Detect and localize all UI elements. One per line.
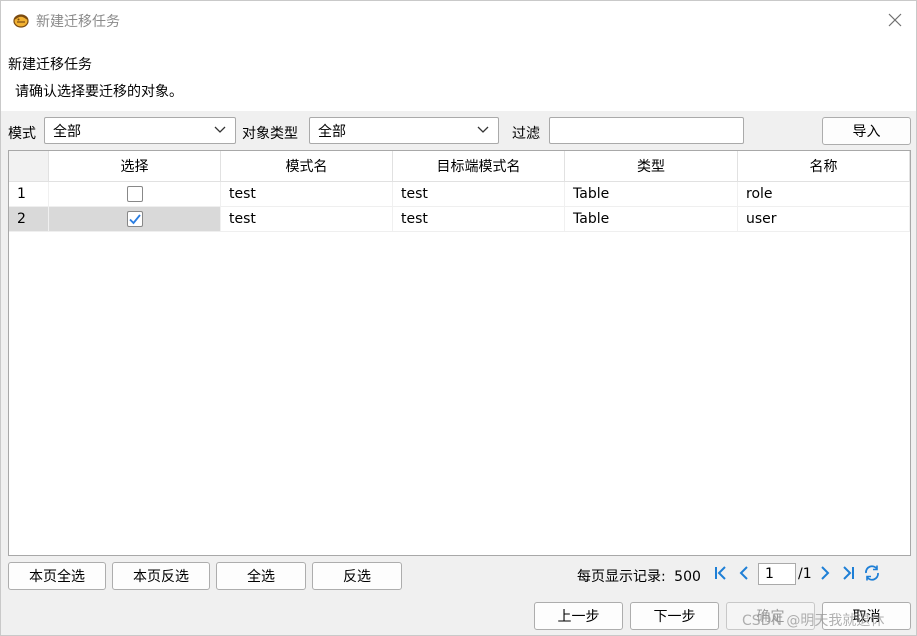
dialog-window: 新建迁移任务 新建迁移任务 请确认选择要迁移的对象。 模式 全部 对象类型 全部… [0,0,917,636]
col-header-type[interactable]: 类型 [565,151,738,181]
table-row[interactable]: 2 test test Table user [9,207,910,232]
checkmark-icon [128,214,141,225]
col-header-select[interactable]: 选择 [49,151,221,181]
window-title: 新建迁移任务 [36,14,120,30]
invert-button[interactable]: 反选 [312,562,402,590]
cancel-button[interactable]: 取消 [822,602,911,630]
type-cell: Table [565,207,738,231]
mode-label: 模式 [8,126,36,142]
row-number: 2 [9,207,49,231]
close-button[interactable] [884,9,906,31]
col-header-target-schema[interactable]: 目标端模式名 [393,151,565,181]
prev-page-icon[interactable] [735,564,753,582]
next-page-icon[interactable] [816,564,834,582]
objects-table: 选择 模式名 目标端模式名 类型 名称 1 test test Table ro… [8,150,911,556]
ok-button[interactable]: 确定 [726,602,815,630]
col-header-schema[interactable]: 模式名 [221,151,393,181]
row-checkbox[interactable] [126,211,143,227]
refresh-icon[interactable] [863,564,881,582]
page-total: /1 [798,566,812,582]
row-select-cell [49,207,221,231]
name-cell: role [738,182,910,206]
object-type-label: 对象类型 [242,126,298,142]
next-step-button[interactable]: 下一步 [630,602,719,630]
first-page-icon[interactable] [712,564,730,582]
page-select-all-button[interactable]: 本页全选 [8,562,106,590]
filter-input[interactable] [549,117,744,144]
header-corner [9,151,49,181]
title-bar: 新建迁移任务 [1,1,916,39]
type-cell: Table [565,182,738,206]
page-size-label: 每页显示记录: 500 [577,566,701,586]
page-header: 新建迁移任务 请确认选择要迁移的对象。 [1,39,916,111]
table-header: 选择 模式名 目标端模式名 类型 名称 [9,151,910,182]
col-header-name[interactable]: 名称 [738,151,910,181]
table-row[interactable]: 1 test test Table role [9,182,910,207]
page-size-value: 500 [674,569,701,585]
chevron-down-icon [477,126,489,133]
import-button[interactable]: 导入 [822,117,911,145]
mode-select[interactable]: 全部 [44,117,236,144]
object-type-select-value: 全部 [318,123,346,140]
row-checkbox[interactable] [126,186,143,202]
page-size-label-text: 每页显示记录: [577,569,666,585]
page-number-input[interactable]: 1 [758,563,796,585]
close-icon [888,13,902,27]
name-cell: user [738,207,910,231]
row-number: 1 [9,182,49,206]
mode-select-value: 全部 [53,123,81,140]
object-type-select[interactable]: 全部 [309,117,499,144]
last-page-icon[interactable] [839,564,857,582]
select-all-button[interactable]: 全选 [216,562,306,590]
target-schema-cell: test [393,207,565,231]
prev-step-button[interactable]: 上一步 [534,602,623,630]
target-schema-cell: test [393,182,565,206]
chevron-down-icon [214,126,226,133]
page-subtitle: 请确认选择要迁移的对象。 [15,84,183,100]
schema-cell: test [221,207,393,231]
page-title: 新建迁移任务 [8,57,92,73]
row-select-cell [49,182,221,206]
filter-label: 过滤 [512,126,540,142]
page-invert-button[interactable]: 本页反选 [112,562,210,590]
schema-cell: test [221,182,393,206]
app-logo-icon [13,14,29,28]
